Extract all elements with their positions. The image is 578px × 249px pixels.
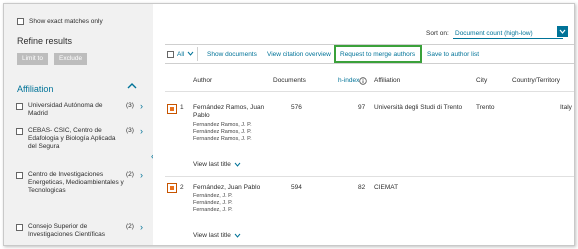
refine-sidebar: Show exact matches only Refine results L… [4, 4, 153, 245]
chevron-right-icon[interactable]: › [140, 127, 143, 136]
chevron-down-icon[interactable] [234, 232, 241, 241]
country-value: Italy [560, 104, 572, 111]
chevron-up-icon[interactable] [127, 81, 137, 93]
affiliation-checkbox[interactable] [16, 128, 23, 135]
chevron-down-icon[interactable] [187, 50, 194, 59]
affiliation-name: Consejo Superior de Investigaciones Cien… [28, 223, 105, 238]
view-last-title-link[interactable]: View last title [193, 161, 231, 168]
affiliation-checkbox[interactable] [16, 103, 23, 110]
affiliation-filter-title[interactable]: Affiliation [17, 84, 53, 94]
sort-label: Sort on: [426, 30, 449, 37]
exact-match-label: Show exact matches only [29, 18, 103, 25]
hindex-value: 97 [358, 104, 366, 111]
header-author: Author [193, 77, 213, 84]
header-hindex[interactable]: h-index [338, 77, 359, 84]
author-alias: Fernandez Ramos, J. P. [193, 122, 252, 128]
affiliation-item[interactable]: Universidad Autónoma de Madrid (3) › [16, 102, 151, 126]
affiliation-checkbox[interactable] [16, 224, 23, 231]
chevron-right-icon[interactable]: › [140, 102, 143, 111]
sort-dropdown-button[interactable] [557, 26, 568, 37]
hindex-value: 82 [358, 184, 366, 191]
chevron-right-icon[interactable]: › [140, 171, 143, 180]
info-icon[interactable] [359, 77, 367, 87]
row-number: 2 [180, 184, 184, 191]
chevron-down-icon[interactable] [234, 161, 241, 170]
city-value: Trento [476, 104, 495, 111]
affiliation-name: Universidad Autónoma de Madrid [28, 102, 103, 117]
author-alias: Fernández, J. P. [193, 193, 233, 199]
row-divider [165, 176, 574, 177]
affiliation-name: CEBAS- CSIC, Centro de Edafologia y Biol… [28, 127, 116, 150]
select-all-checkbox[interactable] [167, 51, 174, 58]
scopus-author-results: Show exact matches only Refine results L… [3, 3, 575, 246]
show-documents-link[interactable]: Show documents [207, 51, 257, 58]
row-checkbox[interactable] [167, 183, 177, 193]
author-alias: Fernández, J. P. [193, 200, 233, 206]
affiliation-value: CIEMAT [374, 184, 399, 191]
affiliation-item[interactable]: Centro de Investigaciones Energeticas, M… [16, 171, 151, 219]
affiliation-count: (3) [126, 102, 134, 109]
exclude-button[interactable]: Exclude [54, 53, 88, 65]
row-checkbox[interactable] [167, 104, 177, 114]
author-alias: Fernandez, J. P. [193, 207, 233, 213]
header-affiliation: Affiliation [374, 77, 401, 84]
affiliation-count: (3) [126, 127, 134, 134]
affiliation-item[interactable]: Consejo Superior de Investigaciones Cien… [16, 223, 151, 245]
save-to-author-list-link[interactable]: Save to author list [427, 51, 479, 58]
author-name-link[interactable]: Fernández Ramos, Juan Pablo [193, 104, 268, 120]
sort-value: Document count (high-low) [455, 30, 533, 37]
author-name-link[interactable]: Fernández, Juan Pablo [193, 184, 260, 191]
limit-to-button[interactable]: Limit to [17, 53, 48, 65]
affiliation-item[interactable]: CEBAS- CSIC, Centro de Edafologia y Biol… [16, 127, 151, 167]
chevron-down-icon [559, 29, 566, 34]
author-aliases: Fernández, J. P. Fernández, J. P. Fernan… [193, 193, 273, 214]
view-last-title-link[interactable]: View last title [193, 232, 231, 239]
documents-count[interactable]: 594 [291, 184, 302, 191]
exact-match-checkbox[interactable] [17, 18, 24, 25]
header-divider [165, 91, 574, 92]
affiliation-count: (2) [126, 223, 134, 230]
sort-select[interactable]: Document count (high-low) [453, 27, 563, 39]
header-documents: Documents [273, 77, 306, 84]
author-aliases: Fernandez Ramos, J. P. Fernández Ramos, … [193, 122, 273, 143]
header-city: City [476, 77, 488, 84]
affiliation-checkbox[interactable] [16, 172, 23, 179]
toolbar-divider [197, 47, 198, 61]
row-number: 1 [180, 104, 184, 111]
affiliation-value: Università degli Studi di Trento [374, 104, 463, 111]
affiliation-count: (2) [126, 171, 134, 178]
affiliation-name: Centro de Investigaciones Energeticas, M… [28, 171, 124, 194]
author-alias: Fernández Ramos, J. P. [193, 129, 252, 135]
request-merge-authors-link[interactable]: Request to merge authors [340, 51, 415, 58]
author-alias: Fernandez Ramos, J. P. [193, 136, 252, 142]
select-all-dropdown[interactable]: All [177, 51, 184, 58]
documents-count[interactable]: 576 [291, 104, 302, 111]
header-country: Country/Territory [512, 77, 561, 84]
results-panel: Sort on: Document count (high-low) All S… [153, 4, 574, 245]
view-citation-overview-link[interactable]: View citation overview [267, 51, 331, 58]
chevron-right-icon[interactable]: › [140, 223, 143, 232]
refine-results-title: Refine results [17, 36, 73, 46]
